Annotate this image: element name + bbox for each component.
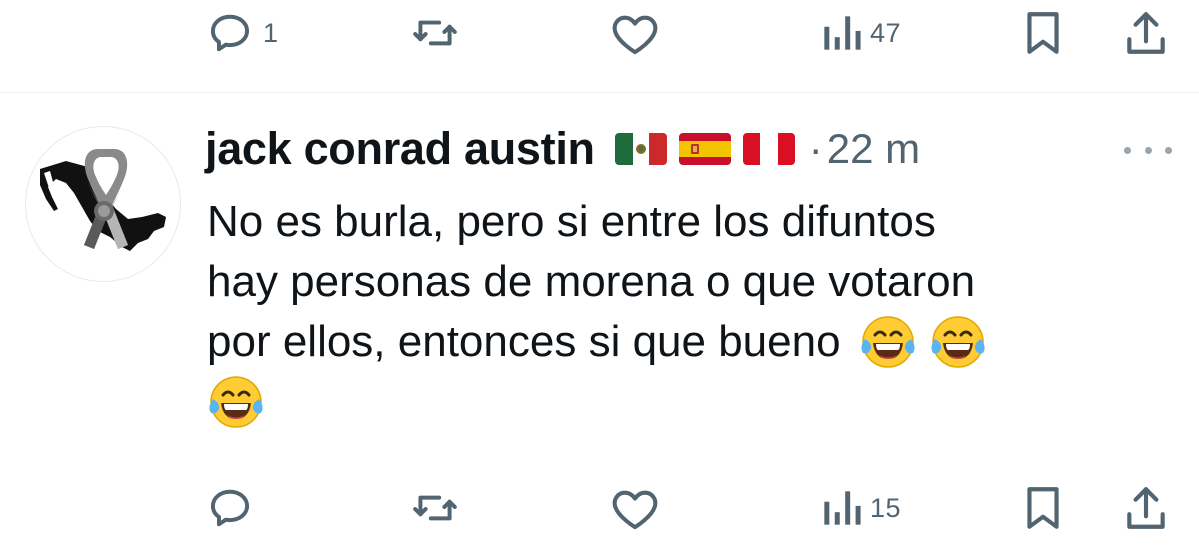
retweet-button[interactable] [410,478,468,538]
spain-flag-icon [678,133,731,165]
bookmark-icon [1022,8,1064,58]
share-icon [1123,8,1169,58]
reply-text: No es burla, pero si entre los difuntos … [207,192,1167,432]
top-action-bar: 1 47 [0,3,1199,63]
text-line-content: por ellos, entonces si que bueno [207,317,841,366]
text-line: No es burla, pero si entre los difuntos [207,192,1167,252]
views-icon [820,483,862,533]
timestamp[interactable]: 22 m [827,125,920,173]
peru-flag-icon [742,133,795,165]
views-count: 47 [870,17,902,48]
separator-dot: · [808,125,823,172]
like-button[interactable] [608,3,670,63]
more-dot-icon [1165,146,1172,154]
reply-button[interactable] [205,478,263,538]
reply-icon [205,483,255,533]
heart-icon [608,483,662,533]
retweet-button[interactable] [410,3,468,63]
laughing-tears-emoji-icon [929,313,987,371]
share-icon [1123,483,1169,533]
reply-header: jack conrad austin · 22 m [205,119,920,179]
more-dot-icon [1144,146,1152,154]
text-line [207,372,1167,432]
text-line: por ellos, entonces si que bueno [207,312,1167,372]
share-button[interactable] [1123,478,1169,538]
flag-list [614,133,807,165]
text-line-content: No es burla, pero si entre los difuntos [207,197,936,246]
more-dot-icon [1124,146,1131,154]
author-name[interactable]: jack conrad austin [205,123,595,175]
text-line: hay personas de morena o que votaron [207,252,1167,312]
avatar[interactable] [25,126,181,282]
views-icon [820,8,862,58]
reply-icon [205,8,255,58]
mexico-flag-icon [614,133,667,165]
retweet-icon [410,8,460,58]
mexico-mourning-ribbon-icon [40,149,166,251]
bookmark-button[interactable] [1022,478,1064,538]
laughing-tears-emoji-icon [859,313,917,371]
divider [0,92,1199,93]
laughing-tears-emoji-icon [207,373,265,431]
like-button[interactable] [608,478,670,538]
bookmark-button[interactable] [1022,3,1064,63]
reply-count: 1 [263,17,279,48]
text-line-content: hay personas de morena o que votaron [207,257,976,306]
heart-icon [608,8,662,58]
retweet-icon [410,483,460,533]
views-count: 15 [870,492,902,523]
views-button[interactable]: 15 [820,478,901,538]
share-button[interactable] [1123,3,1169,63]
more-options-button[interactable] [1124,140,1172,160]
views-button[interactable]: 47 [820,3,901,63]
reply-button[interactable]: 1 [205,3,279,63]
bottom-action-bar: 15 [0,478,1199,538]
bookmark-icon [1022,483,1064,533]
